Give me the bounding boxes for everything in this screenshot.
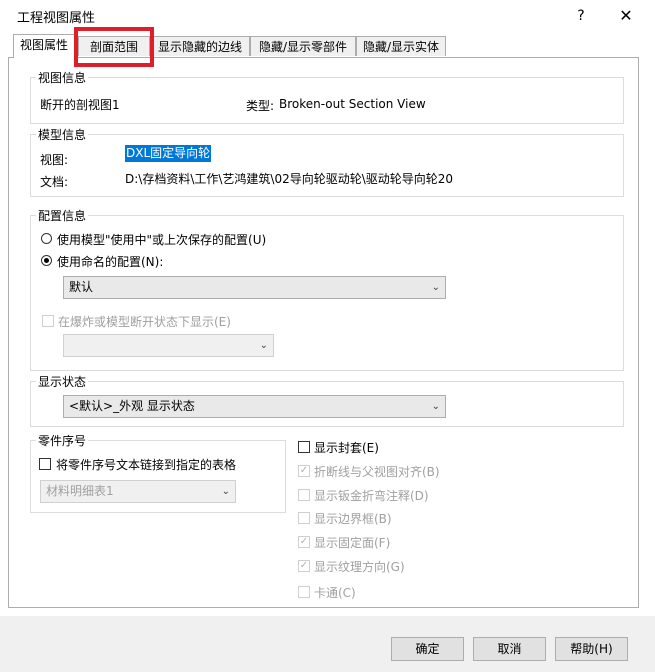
- grain-direction-label: 显示纹理方向(G): [314, 560, 405, 574]
- tab-hide-show-bodies[interactable]: 隐藏/显示实体: [356, 36, 446, 56]
- cartoon-checkbox[interactable]: [298, 586, 310, 598]
- display-state-value: <默认>_外观 显示状态: [69, 399, 195, 413]
- bounding-box-checkbox[interactable]: [298, 512, 310, 524]
- show-envelope-label: 显示封套(E): [314, 441, 379, 455]
- named-config-dropdown[interactable]: 默认 ⌄: [63, 276, 446, 299]
- help-question-icon[interactable]: ?: [570, 5, 592, 27]
- document-path: D:\存档资料\工作\艺鸿建筑\02导向轮驱动轮\驱动轮导向轮20: [125, 172, 454, 186]
- align-break-lines-checkbox[interactable]: ✓: [298, 465, 310, 477]
- chevron-down-icon: ⌄: [259, 340, 268, 351]
- radio-use-named-config[interactable]: [41, 255, 52, 266]
- model-info-group: [30, 134, 624, 197]
- display-state-dropdown[interactable]: <默认>_外观 显示状态 ⌄: [63, 395, 446, 418]
- fixed-face-label: 显示固定面(F): [314, 536, 391, 550]
- close-icon[interactable]: ✕: [614, 5, 638, 27]
- cartoon-label: 卡通(C): [314, 586, 356, 600]
- help-button[interactable]: 帮助(H): [555, 637, 628, 661]
- view-name: 断开的剖视图1: [40, 98, 120, 112]
- window-title: 工程视图属性: [17, 11, 96, 26]
- chevron-down-icon: ⌄: [221, 486, 230, 497]
- align-break-lines-label: 折断线与父视图对齐(B): [314, 465, 440, 479]
- balloon-label: 零件序号: [36, 432, 89, 449]
- link-balloon-checkbox[interactable]: [39, 458, 51, 470]
- document-label: 文档:: [40, 175, 69, 189]
- type-label: 类型:: [246, 99, 275, 113]
- model-view-label: 视图:: [40, 153, 69, 167]
- ok-button[interactable]: 确定: [391, 637, 464, 661]
- explode-state-checkbox[interactable]: [42, 315, 54, 327]
- explode-state-dropdown[interactable]: ⌄: [63, 334, 274, 357]
- fixed-face-checkbox[interactable]: ✓: [298, 536, 310, 548]
- tab-view-properties[interactable]: 视图属性: [13, 34, 75, 58]
- radio-use-model-config[interactable]: [41, 233, 52, 244]
- sheetmetal-bend-notes-label: 显示钣金折弯注释(D): [314, 489, 429, 503]
- bom-table-dropdown[interactable]: 材料明细表1 ⌄: [40, 480, 236, 503]
- named-config-value: 默认: [69, 280, 94, 294]
- link-balloon-label: 将零件序号文本链接到指定的表格: [56, 458, 237, 472]
- model-view-value[interactable]: DXL固定导向轮: [125, 145, 212, 162]
- view-info-label: 视图信息: [36, 69, 89, 86]
- sheetmetal-bend-notes-checkbox[interactable]: [298, 489, 310, 501]
- red-highlight-box: [74, 27, 154, 67]
- explode-state-label: 在爆炸或模型断开状态下显示(E): [58, 315, 231, 329]
- config-info-label: 配置信息: [36, 207, 89, 224]
- model-info-label: 模型信息: [36, 126, 89, 143]
- bounding-box-label: 显示边界框(B): [314, 512, 392, 526]
- tab-show-hidden-edges[interactable]: 显示隐藏的边线: [150, 36, 250, 56]
- tab-hide-show-components[interactable]: 隐藏/显示零部件: [250, 36, 356, 56]
- chevron-down-icon: ⌄: [431, 401, 440, 412]
- show-envelope-checkbox[interactable]: [298, 441, 310, 453]
- display-state-label: 显示状态: [36, 373, 89, 390]
- type-value: Broken-out Section View: [279, 97, 426, 111]
- radio-use-named-config-label: 使用命名的配置(N):: [57, 255, 164, 269]
- cancel-button[interactable]: 取消: [473, 637, 546, 661]
- radio-use-model-config-label: 使用模型"使用中"或上次保存的配置(U): [57, 233, 267, 247]
- chevron-down-icon: ⌄: [431, 282, 440, 293]
- bom-table-value: 材料明细表1: [46, 484, 114, 498]
- grain-direction-checkbox[interactable]: ✓: [298, 560, 310, 572]
